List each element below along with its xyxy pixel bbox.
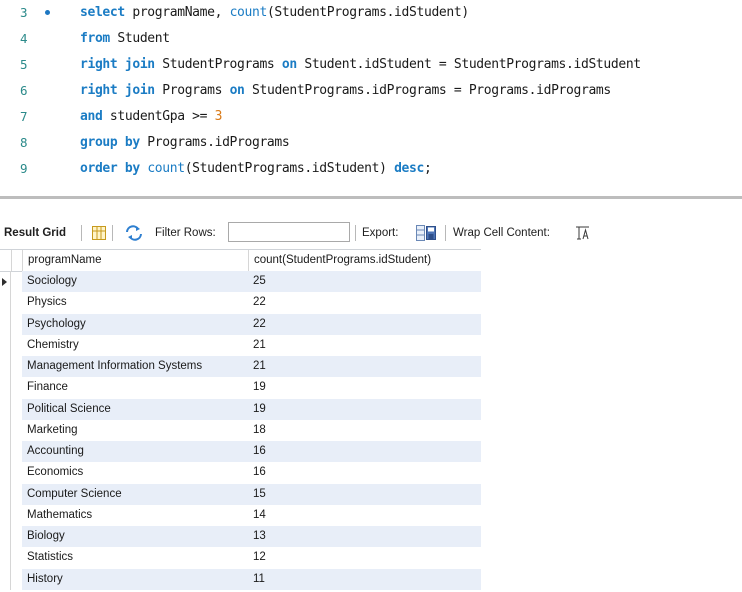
current-row-pointer-icon <box>2 278 7 286</box>
row-selector[interactable] <box>0 398 11 420</box>
toolbar-divider <box>355 225 356 241</box>
line-number: 8 <box>20 135 28 150</box>
toolbar-divider <box>81 225 82 241</box>
cell-count[interactable]: 16 <box>248 441 481 463</box>
splitter-bar[interactable] <box>0 196 742 199</box>
cell-programname[interactable]: Political Science <box>22 398 248 420</box>
cell-count[interactable]: 19 <box>248 377 481 398</box>
cell-count[interactable]: 18 <box>248 420 481 441</box>
table-row[interactable]: Psychology 22 <box>0 313 481 335</box>
cell-programname[interactable]: History <box>22 568 248 590</box>
grid-header: programName count(StudentPrograms.idStud… <box>0 249 481 272</box>
wrap-cell-content-label: Wrap Cell Content: <box>453 227 550 239</box>
line-number: 3 <box>20 5 28 20</box>
cell-count[interactable]: 22 <box>248 313 481 335</box>
filter-rows-input[interactable] <box>228 222 350 242</box>
table-row[interactable]: Economics 16 <box>0 462 481 484</box>
cell-count[interactable]: 13 <box>248 526 481 548</box>
table-row[interactable]: Sociology 25 <box>0 271 481 293</box>
cell-count[interactable]: 14 <box>248 505 481 526</box>
row-selector[interactable] <box>0 356 11 378</box>
row-selector[interactable] <box>0 504 11 526</box>
row-selector[interactable] <box>0 568 11 590</box>
line-number: 9 <box>20 161 28 176</box>
line-number: 4 <box>20 31 28 46</box>
cell-count[interactable]: 16 <box>248 462 481 483</box>
row-selector[interactable] <box>0 547 11 569</box>
line-number: 7 <box>20 109 28 124</box>
cell-programname[interactable]: Management Information Systems <box>22 356 248 378</box>
table-row[interactable]: Chemistry 21 <box>0 334 481 356</box>
table-row[interactable]: Marketing 18 <box>0 419 481 441</box>
table-row[interactable]: Finance 19 <box>0 377 481 399</box>
row-selector[interactable] <box>0 334 11 356</box>
sql-editor[interactable]: 3 select programName, count(StudentProgra… <box>0 0 742 184</box>
row-selector[interactable] <box>0 462 11 484</box>
row-selector[interactable] <box>0 377 11 399</box>
toolbar-divider <box>445 225 446 241</box>
table-row[interactable]: Accounting 16 <box>0 441 481 463</box>
code-text: right join StudentPrograms on Student.id… <box>80 57 641 72</box>
code-text: from Student <box>80 31 170 46</box>
table-row[interactable]: Biology 13 <box>0 526 481 548</box>
cell-programname[interactable]: Computer Science <box>22 483 248 505</box>
row-selector[interactable] <box>0 441 11 463</box>
cell-count[interactable]: 19 <box>248 398 481 420</box>
row-selector[interactable] <box>0 526 11 548</box>
cell-programname[interactable]: Accounting <box>22 441 248 463</box>
table-row[interactable]: Physics 22 <box>0 292 481 314</box>
code-text: right join Programs on StudentPrograms.i… <box>80 83 611 98</box>
cell-count[interactable]: 21 <box>248 356 481 378</box>
table-row[interactable]: Computer Science 15 <box>0 483 481 505</box>
line-number: 6 <box>20 83 28 98</box>
row-selector[interactable] <box>0 292 11 314</box>
code-text: group by Programs.idPrograms <box>80 135 290 150</box>
wrap-text-icon[interactable] <box>576 226 589 243</box>
cell-count[interactable]: 25 <box>248 271 481 293</box>
table-row[interactable]: Statistics 12 <box>0 547 481 569</box>
cell-programname[interactable]: Finance <box>22 377 248 398</box>
cell-programname[interactable]: Sociology <box>22 271 248 293</box>
cell-programname[interactable]: Psychology <box>22 313 248 335</box>
export-label: Export: <box>362 227 399 239</box>
code-text: select programName, count(StudentProgram… <box>80 5 469 20</box>
code-text: and studentGpa >= 3 <box>80 109 223 124</box>
grid-layout-icon[interactable] <box>92 226 106 243</box>
cell-count[interactable]: 22 <box>248 292 481 313</box>
table-row[interactable]: History 11 <box>0 568 481 590</box>
filter-rows-label: Filter Rows: <box>155 227 216 239</box>
row-selector[interactable] <box>0 271 11 293</box>
cell-count[interactable]: 21 <box>248 335 481 356</box>
row-selector[interactable] <box>0 483 11 505</box>
result-toolbar: Result Grid Filter Rows: Export: Wrap Ce… <box>0 220 742 246</box>
cell-count[interactable]: 12 <box>248 547 481 568</box>
cell-count[interactable]: 11 <box>248 568 481 590</box>
cell-programname[interactable]: Marketing <box>22 420 248 441</box>
export-save-icon[interactable] <box>416 225 436 244</box>
table-row[interactable]: Mathematics 14 <box>0 504 481 526</box>
row-selector[interactable] <box>0 313 11 335</box>
line-number: 5 <box>20 57 28 72</box>
table-row[interactable]: Management Information Systems 21 <box>0 356 481 378</box>
result-grid-tab[interactable]: Result Grid <box>4 220 66 246</box>
current-statement-dot-icon <box>45 10 50 15</box>
cell-programname[interactable]: Mathematics <box>22 505 248 526</box>
cell-programname[interactable]: Biology <box>22 526 248 548</box>
cell-programname[interactable]: Physics <box>22 292 248 313</box>
panel-splitter[interactable] <box>0 184 742 216</box>
row-selector[interactable] <box>0 419 11 441</box>
cell-programname[interactable]: Chemistry <box>22 335 248 356</box>
code-text: order by count(StudentPrograms.idStudent… <box>80 161 432 176</box>
column-header-programname[interactable]: programName <box>22 250 248 271</box>
cell-programname[interactable]: Economics <box>22 462 248 483</box>
toolbar-divider <box>112 225 113 241</box>
table-row[interactable]: Political Science 19 <box>0 398 481 420</box>
refresh-icon[interactable] <box>125 225 143 244</box>
row-selector-header <box>11 250 22 271</box>
cell-count[interactable]: 15 <box>248 483 481 505</box>
cell-programname[interactable]: Statistics <box>22 547 248 568</box>
column-header-count[interactable]: count(StudentPrograms.idStudent) <box>248 250 481 271</box>
